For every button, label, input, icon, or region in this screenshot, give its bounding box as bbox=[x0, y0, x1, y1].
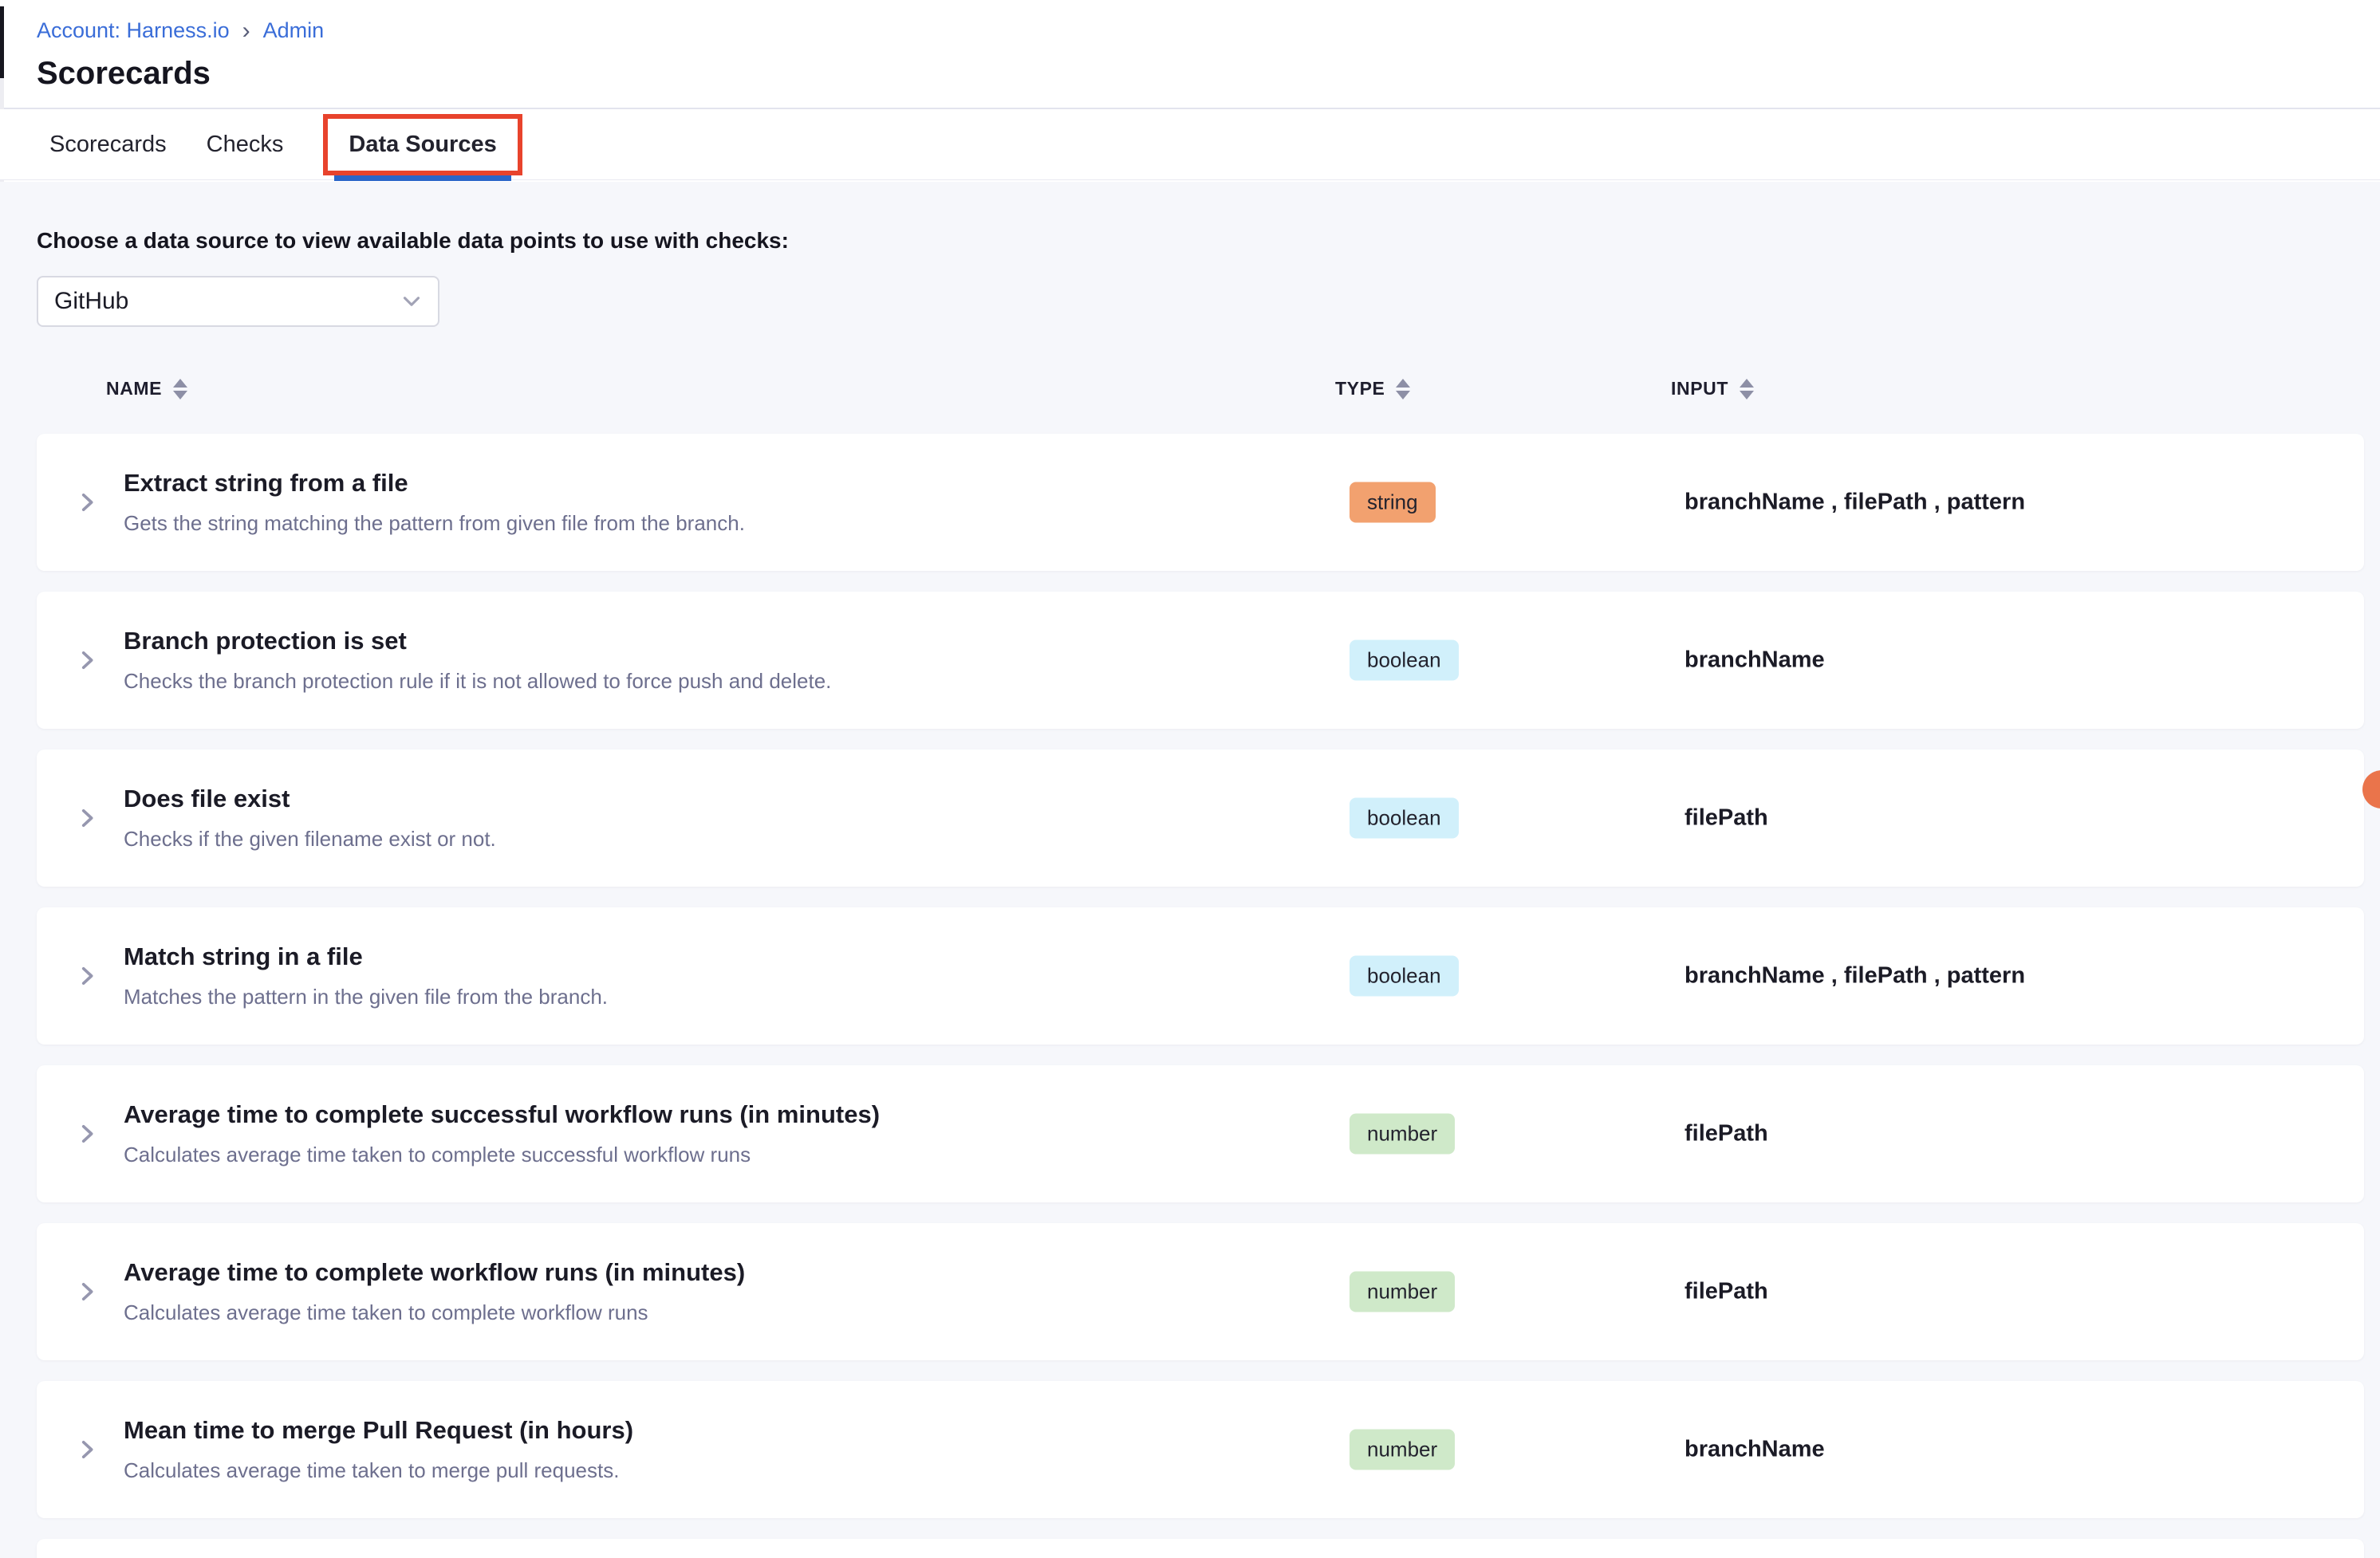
data-point-description: Calculates average time taken to complet… bbox=[124, 1300, 745, 1325]
row-text-block: Average time to complete successful work… bbox=[124, 1100, 880, 1167]
row-text-block: Branch protection is set Checks the bran… bbox=[124, 627, 831, 694]
chevron-down-icon bbox=[398, 288, 425, 315]
left-edge-artifact bbox=[0, 6, 4, 78]
data-point-name: Average time to complete successful work… bbox=[124, 1100, 880, 1129]
data-point-name: Match string in a file bbox=[124, 942, 608, 971]
data-point-description: Matches the pattern in the given file fr… bbox=[124, 985, 608, 1009]
column-header-input[interactable]: INPUT bbox=[1671, 378, 1754, 399]
table-rows: Extract string from a file Gets the stri… bbox=[37, 434, 2364, 1558]
type-badge: number bbox=[1350, 1430, 1455, 1470]
data-point-name: Mean time to merge Pull Request (in hour… bbox=[124, 1416, 633, 1445]
input-params: filePath bbox=[1685, 1121, 1768, 1147]
column-header-name[interactable]: NAME bbox=[106, 378, 187, 399]
active-tab-indicator bbox=[334, 175, 510, 181]
table-row[interactable]: Extract string from a file Gets the stri… bbox=[37, 434, 2364, 571]
data-point-name: Branch protection is set bbox=[124, 627, 831, 655]
tab-bar: Scorecards Checks Data Sources bbox=[0, 109, 2380, 180]
tab-scorecards[interactable]: Scorecards bbox=[49, 132, 167, 158]
input-params: branchName , filePath , pattern bbox=[1685, 963, 2025, 989]
data-points-table: NAME TYPE INPUT Extract string from a fi… bbox=[37, 378, 2380, 1558]
data-point-name: Extract string from a file bbox=[124, 469, 745, 498]
input-params: branchName bbox=[1685, 1437, 1825, 1463]
table-row[interactable]: Branch protection is set Checks the bran… bbox=[37, 592, 2364, 729]
breadcrumb-separator-icon: › bbox=[242, 18, 250, 43]
chevron-right-icon[interactable] bbox=[73, 1120, 100, 1147]
data-point-description: Gets the string matching the pattern fro… bbox=[124, 511, 745, 536]
table-row[interactable]: Does file exist Checks if the given file… bbox=[37, 749, 2364, 887]
type-badge: number bbox=[1350, 1272, 1455, 1312]
chevron-right-icon[interactable] bbox=[73, 805, 100, 832]
scorecards-page: Account: Harness.io › Admin Scorecards S… bbox=[0, 0, 2380, 1558]
table-row[interactable]: Average time to complete workflow runs (… bbox=[37, 1223, 2364, 1360]
table-row[interactable]: Mean time to merge Pull Request (in hour… bbox=[37, 1381, 2364, 1518]
column-header-type[interactable]: TYPE bbox=[1335, 378, 1410, 399]
sort-icon bbox=[1396, 379, 1410, 399]
chevron-right-icon[interactable] bbox=[73, 1436, 100, 1463]
sort-icon bbox=[173, 379, 187, 399]
input-params: branchName , filePath , pattern bbox=[1685, 490, 2025, 516]
breadcrumb: Account: Harness.io › Admin bbox=[37, 18, 2380, 43]
column-header-type-label: TYPE bbox=[1335, 378, 1385, 399]
input-params: filePath bbox=[1685, 805, 1768, 832]
row-text-block: Match string in a file Matches the patte… bbox=[124, 942, 608, 1009]
table-row[interactable]: Average time to complete successful work… bbox=[37, 1065, 2364, 1202]
table-row[interactable]: Match string in a file Matches the patte… bbox=[37, 907, 2364, 1045]
page-title: Scorecards bbox=[37, 56, 2380, 92]
breadcrumb-account-link[interactable]: Account: Harness.io bbox=[37, 18, 230, 43]
chevron-right-icon[interactable] bbox=[73, 647, 100, 674]
data-source-chooser-label: Choose a data source to view available d… bbox=[37, 228, 2380, 254]
type-badge: boolean bbox=[1350, 798, 1459, 839]
table-header: NAME TYPE INPUT bbox=[37, 378, 2380, 416]
breadcrumb-admin-link[interactable]: Admin bbox=[263, 18, 325, 43]
data-point-description: Checks the branch protection rule if it … bbox=[124, 669, 831, 694]
column-header-input-label: INPUT bbox=[1671, 378, 1728, 399]
chevron-right-icon[interactable] bbox=[73, 489, 100, 516]
column-header-name-label: NAME bbox=[106, 378, 162, 399]
sort-icon bbox=[1740, 379, 1754, 399]
input-params: branchName bbox=[1685, 647, 1825, 674]
data-point-name: Average time to complete workflow runs (… bbox=[124, 1258, 745, 1287]
tab-checks[interactable]: Checks bbox=[207, 132, 284, 158]
data-source-selected-value: GitHub bbox=[54, 288, 128, 315]
tab-data-sources[interactable]: Data Sources bbox=[349, 132, 496, 158]
row-text-block: Mean time to merge Pull Request (in hour… bbox=[124, 1416, 633, 1483]
input-params: filePath bbox=[1685, 1279, 1768, 1305]
data-point-description: Checks if the given filename exist or no… bbox=[124, 827, 496, 852]
data-point-name: Does file exist bbox=[124, 785, 496, 813]
chevron-right-icon[interactable] bbox=[73, 1278, 100, 1305]
table-row-partial bbox=[37, 1539, 2364, 1558]
row-text-block: Average time to complete workflow runs (… bbox=[124, 1258, 745, 1325]
annotation-highlight-box: Data Sources bbox=[323, 114, 522, 175]
data-source-select[interactable]: GitHub bbox=[37, 276, 439, 327]
row-text-block: Extract string from a file Gets the stri… bbox=[124, 469, 745, 536]
page-header: Account: Harness.io › Admin Scorecards bbox=[0, 0, 2380, 109]
data-point-description: Calculates average time taken to complet… bbox=[124, 1143, 880, 1167]
type-badge: number bbox=[1350, 1114, 1455, 1155]
row-text-block: Does file exist Checks if the given file… bbox=[124, 785, 496, 852]
data-sources-panel: Choose a data source to view available d… bbox=[0, 182, 2380, 1558]
type-badge: string bbox=[1350, 482, 1436, 523]
type-badge: boolean bbox=[1350, 956, 1459, 997]
data-point-description: Calculates average time taken to merge p… bbox=[124, 1458, 633, 1483]
type-badge: boolean bbox=[1350, 640, 1459, 681]
chevron-right-icon[interactable] bbox=[73, 962, 100, 989]
